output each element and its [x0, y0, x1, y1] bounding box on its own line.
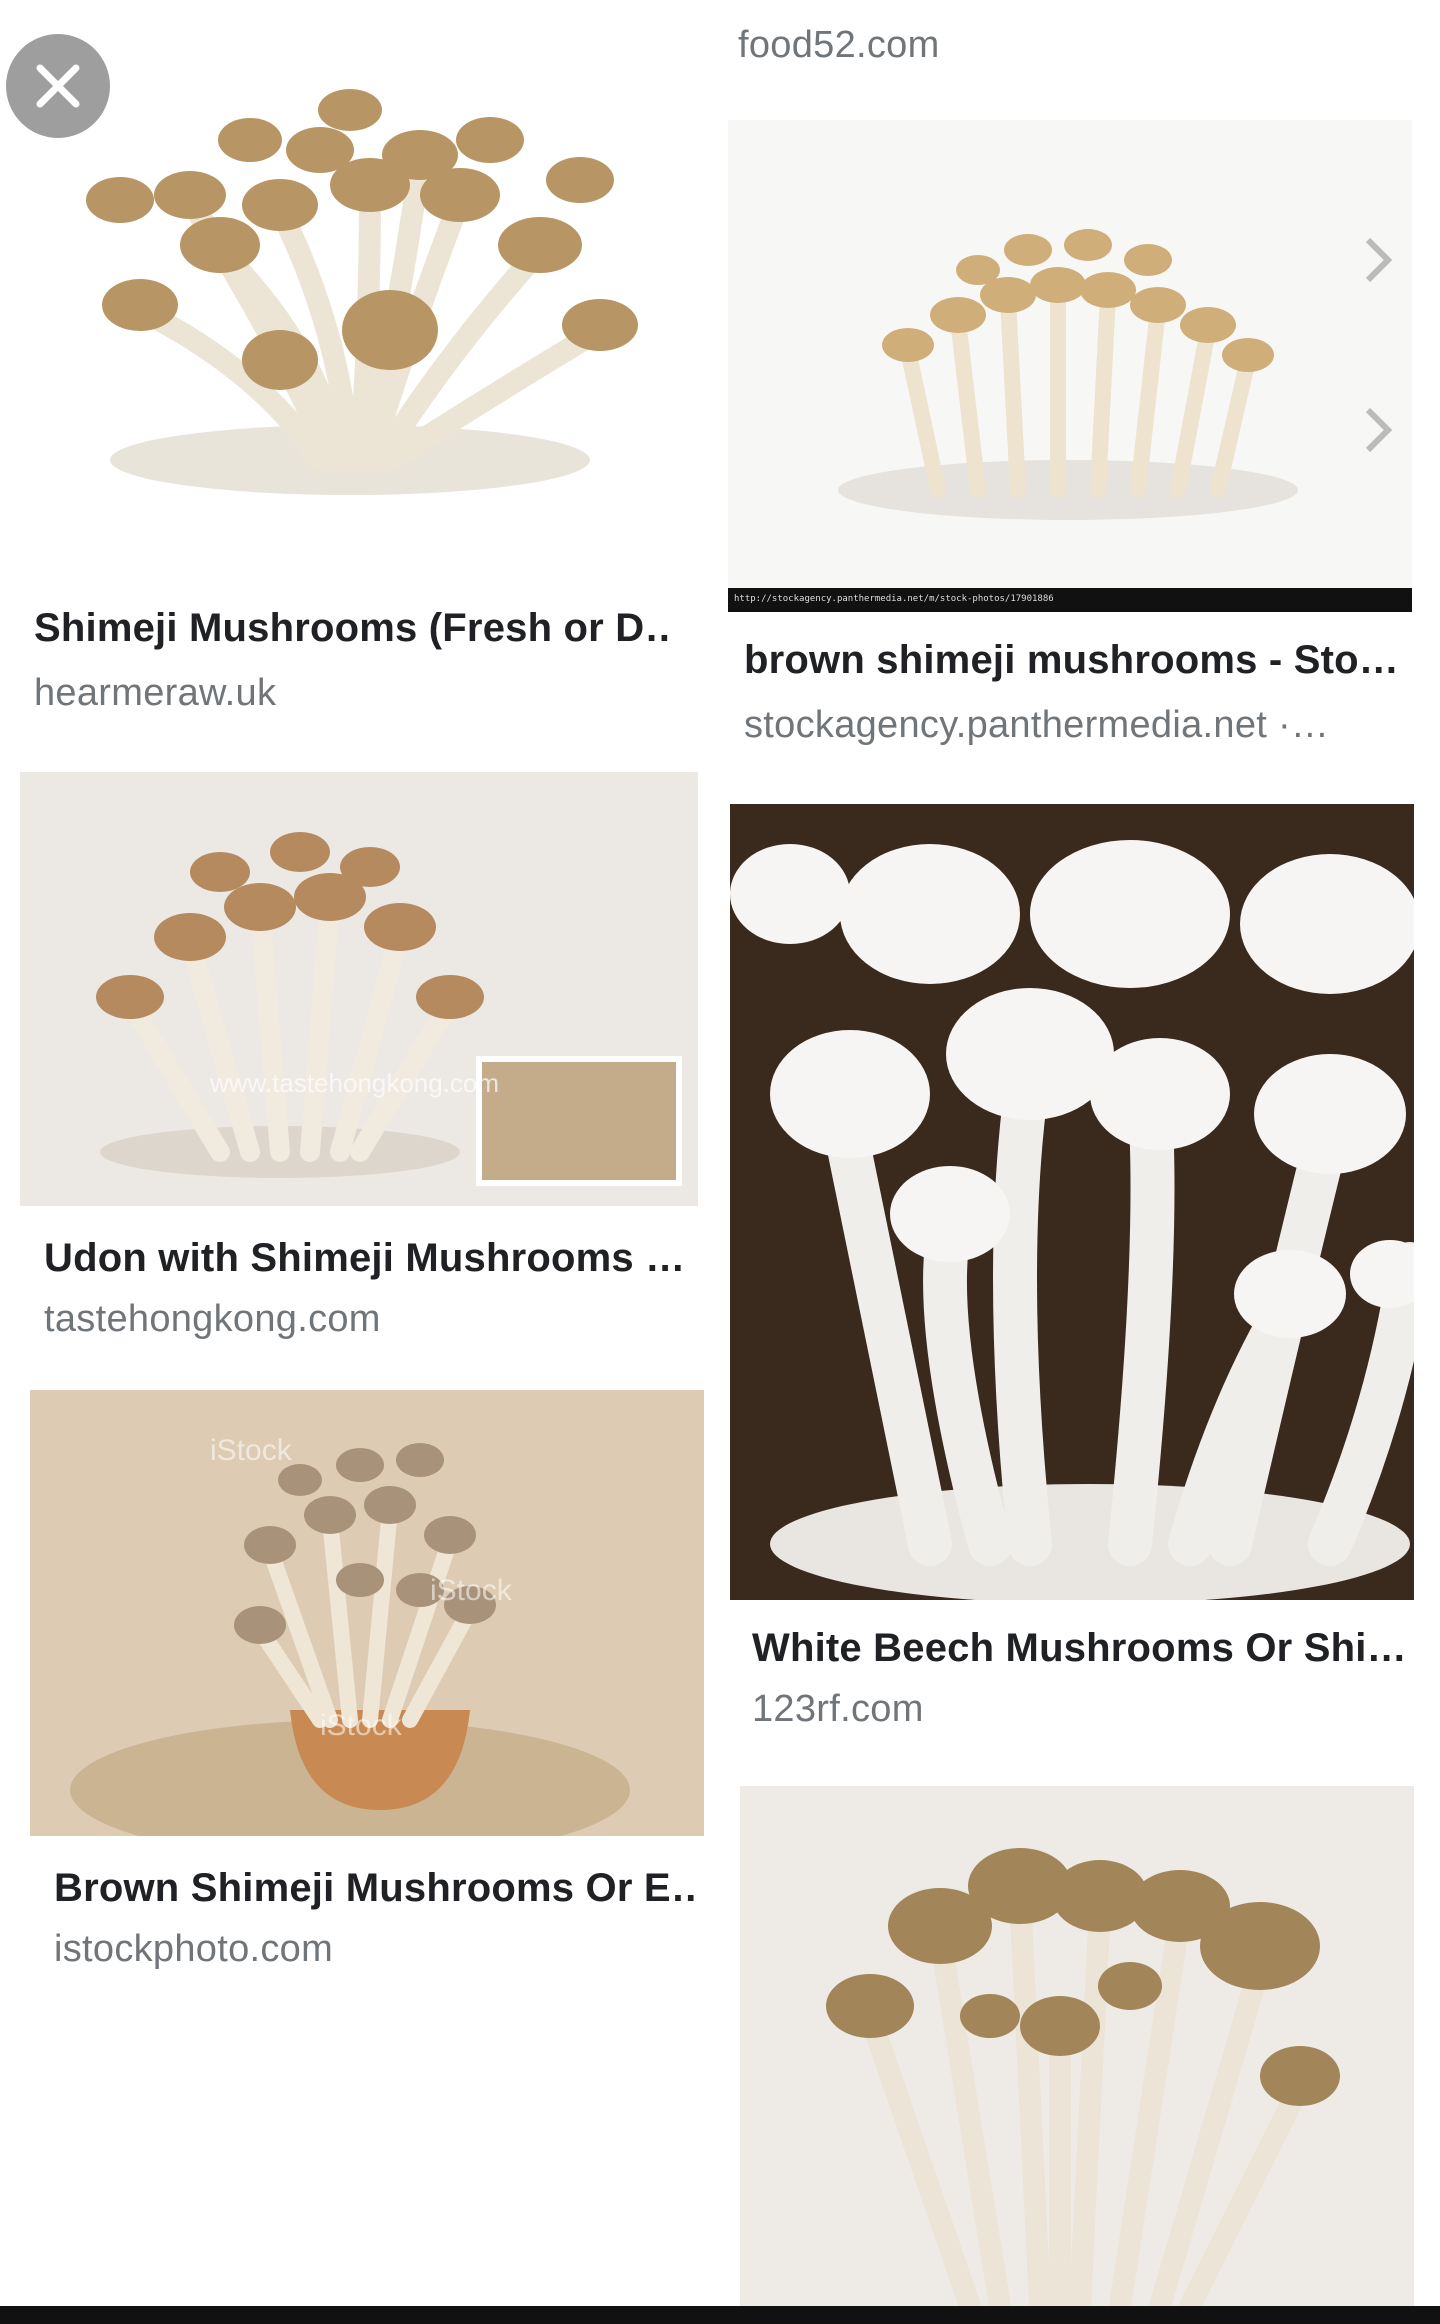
result-image-bottom-right[interactable]	[740, 1786, 1414, 2306]
image-watermark: iStock	[430, 1574, 513, 1607]
result-image-123rf[interactable]	[730, 804, 1414, 1600]
result-source: stockagency.panthermedia.net ·…	[744, 704, 1330, 746]
result-image-istock[interactable]: iStock iStock iStock	[30, 1390, 704, 1836]
image-caption: http://stockagency.panthermedia.net/m/st…	[734, 594, 1054, 604]
result-title[interactable]: Shimeji Mushrooms (Fresh or D…	[34, 606, 674, 651]
mushroom-cluster-image	[730, 804, 1414, 1600]
result-image-tastehongkong[interactable]: www.tastehongkong.com	[20, 772, 698, 1206]
mushroom-cluster-image	[740, 1786, 1414, 2306]
result-image-panthermedia[interactable]	[728, 120, 1412, 588]
result-source: tastehongkong.com	[44, 1298, 381, 1340]
result-image-hearmeraw[interactable]	[20, 30, 680, 570]
result-title[interactable]: White Beech Mushrooms Or Shi…	[752, 1626, 1408, 1671]
mushroom-cluster-image	[86, 89, 638, 495]
bottom-edge-bar	[0, 2306, 1440, 2324]
result-title[interactable]: brown shimeji mushrooms - Sto…	[744, 638, 1400, 683]
result-source: hearmeraw.uk	[34, 672, 277, 714]
result-title[interactable]: Udon with Shimeji Mushrooms …	[44, 1236, 684, 1281]
close-icon	[36, 64, 80, 108]
result-source: 123rf.com	[752, 1688, 924, 1730]
image-watermark: iStock	[210, 1434, 293, 1467]
result-source: food52.com	[738, 24, 940, 66]
result-source: istockphoto.com	[54, 1928, 334, 1970]
image-watermark: www.tastehongkong.com	[209, 1068, 499, 1098]
close-button[interactable]	[6, 34, 110, 138]
mushroom-cluster-image: www.tastehongkong.com	[20, 772, 698, 1206]
mushroom-cluster-image	[728, 120, 1412, 588]
image-caption-strip: http://stockagency.panthermedia.net/m/st…	[728, 588, 1412, 612]
result-title[interactable]: Brown Shimeji Mushrooms Or E…	[54, 1866, 694, 1911]
mushroom-cluster-image: iStock iStock iStock	[30, 1390, 704, 1836]
image-watermark: iStock	[320, 1709, 403, 1742]
